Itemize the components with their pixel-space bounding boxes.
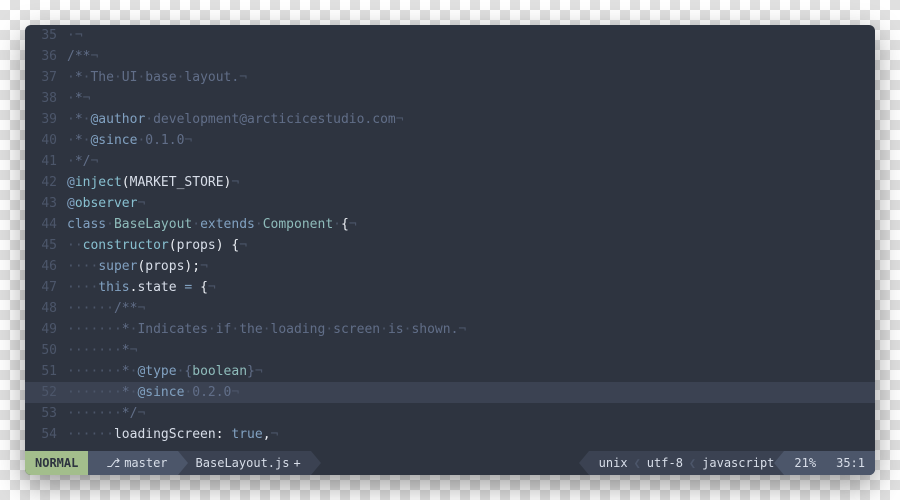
line-content[interactable]: @inject(MARKET_STORE)¬ [67, 172, 875, 193]
line-number: 49 [25, 319, 67, 340]
status-line: NORMAL ⎇ master BaseLayout.js + unix ❮ u… [25, 451, 875, 475]
line-content[interactable]: ·······*·Indicates·if·the·loading·screen… [67, 319, 875, 340]
position-segment: 35:1 [826, 451, 875, 475]
line-content[interactable]: ·*¬ [67, 88, 875, 109]
code-line[interactable]: 42@inject(MARKET_STORE)¬ [25, 172, 875, 193]
line-content[interactable]: ·······*¬ [67, 340, 875, 361]
line-content[interactable]: ·······*/¬ [67, 403, 875, 424]
separator-icon: ❮ [683, 456, 702, 470]
code-line[interactable]: 50·······*¬ [25, 340, 875, 361]
filename-segment: BaseLayout.js + [178, 451, 311, 475]
code-line[interactable]: 40·*·@since·0.1.0¬ [25, 130, 875, 151]
encoding: utf-8 [647, 456, 683, 470]
line-content[interactable]: ·······*·@type·{boolean}¬ [67, 361, 875, 382]
line-content[interactable]: ····this.state = {¬ [67, 277, 875, 298]
line-content[interactable]: ····super(props);¬ [67, 256, 875, 277]
code-editor[interactable]: 35·¬36/**¬37·*·The·UI·base·layout.¬38·*¬… [25, 25, 875, 451]
line-content[interactable]: ·······*·@since·0.2.0¬ [67, 382, 875, 403]
line-number: 36 [25, 46, 67, 67]
line-content[interactable]: ··constructor(props) {¬ [67, 235, 875, 256]
code-line[interactable]: 48······/**¬ [25, 298, 875, 319]
line-number: 53 [25, 403, 67, 424]
code-line[interactable]: 41·*/¬ [25, 151, 875, 172]
line-number: 45 [25, 235, 67, 256]
line-content[interactable]: ·*·@since·0.1.0¬ [67, 130, 875, 151]
line-number: 54 [25, 424, 67, 445]
line-number: 40 [25, 130, 67, 151]
code-line[interactable]: 54······loadingScreen: true,¬ [25, 424, 875, 445]
line-number: 44 [25, 214, 67, 235]
fileformat-segment: unix ❮ utf-8 ❮ javascript [589, 451, 785, 475]
line-number: 47 [25, 277, 67, 298]
code-line[interactable]: 51·······*·@type·{boolean}¬ [25, 361, 875, 382]
editor-window: 35·¬36/**¬37·*·The·UI·base·layout.¬38·*¬… [25, 25, 875, 475]
filename: BaseLayout.js [196, 456, 290, 470]
line-number: 46 [25, 256, 67, 277]
line-number: 48 [25, 298, 67, 319]
code-line[interactable]: 37·*·The·UI·base·layout.¬ [25, 67, 875, 88]
line-number: 51 [25, 361, 67, 382]
line-content[interactable]: ·*·The·UI·base·layout.¬ [67, 67, 875, 88]
code-line[interactable]: 35·¬ [25, 25, 875, 46]
code-line[interactable]: 36/**¬ [25, 46, 875, 67]
line-number: 43 [25, 193, 67, 214]
line-number: 42 [25, 172, 67, 193]
code-line[interactable]: 49·······*·Indicates·if·the·loading·scre… [25, 319, 875, 340]
line-content[interactable]: ······loadingScreen: true,¬ [67, 424, 875, 445]
line-content[interactable]: ······/**¬ [67, 298, 875, 319]
line-content[interactable]: class·BaseLayout·extends·Component·{¬ [67, 214, 875, 235]
branch-icon: ⎇ [106, 456, 120, 470]
code-line[interactable]: 43@observer¬ [25, 193, 875, 214]
line-content[interactable]: ·*·@author·development@arcticicestudio.c… [67, 109, 875, 130]
code-line[interactable]: 53·······*/¬ [25, 403, 875, 424]
code-line[interactable]: 44class·BaseLayout·extends·Component·{¬ [25, 214, 875, 235]
separator-icon: ❮ [628, 456, 647, 470]
line-number: 37 [25, 67, 67, 88]
fileformat: unix [599, 456, 628, 470]
git-branch-segment: ⎇ master [88, 451, 177, 475]
code-line[interactable]: 38·*¬ [25, 88, 875, 109]
modified-indicator: + [293, 456, 300, 470]
statusline-spacer [311, 451, 589, 475]
line-content[interactable]: ·*/¬ [67, 151, 875, 172]
line-content[interactable]: ·¬ [67, 25, 875, 46]
line-content[interactable]: /**¬ [67, 46, 875, 67]
branch-name: master [124, 456, 167, 470]
line-number: 50 [25, 340, 67, 361]
line-content[interactable]: @observer¬ [67, 193, 875, 214]
code-line[interactable]: 52·······*·@since·0.2.0¬ [25, 382, 875, 403]
code-line[interactable]: 39·*·@author·development@arcticicestudio… [25, 109, 875, 130]
line-number: 41 [25, 151, 67, 172]
code-line[interactable]: 45··constructor(props) {¬ [25, 235, 875, 256]
line-number: 38 [25, 88, 67, 109]
filetype: javascript [702, 456, 774, 470]
mode-indicator: NORMAL [25, 451, 88, 475]
line-number: 39 [25, 109, 67, 130]
line-number: 35 [25, 25, 67, 46]
code-line[interactable]: 47····this.state = {¬ [25, 277, 875, 298]
code-line[interactable]: 46····super(props);¬ [25, 256, 875, 277]
line-number: 52 [25, 382, 67, 403]
